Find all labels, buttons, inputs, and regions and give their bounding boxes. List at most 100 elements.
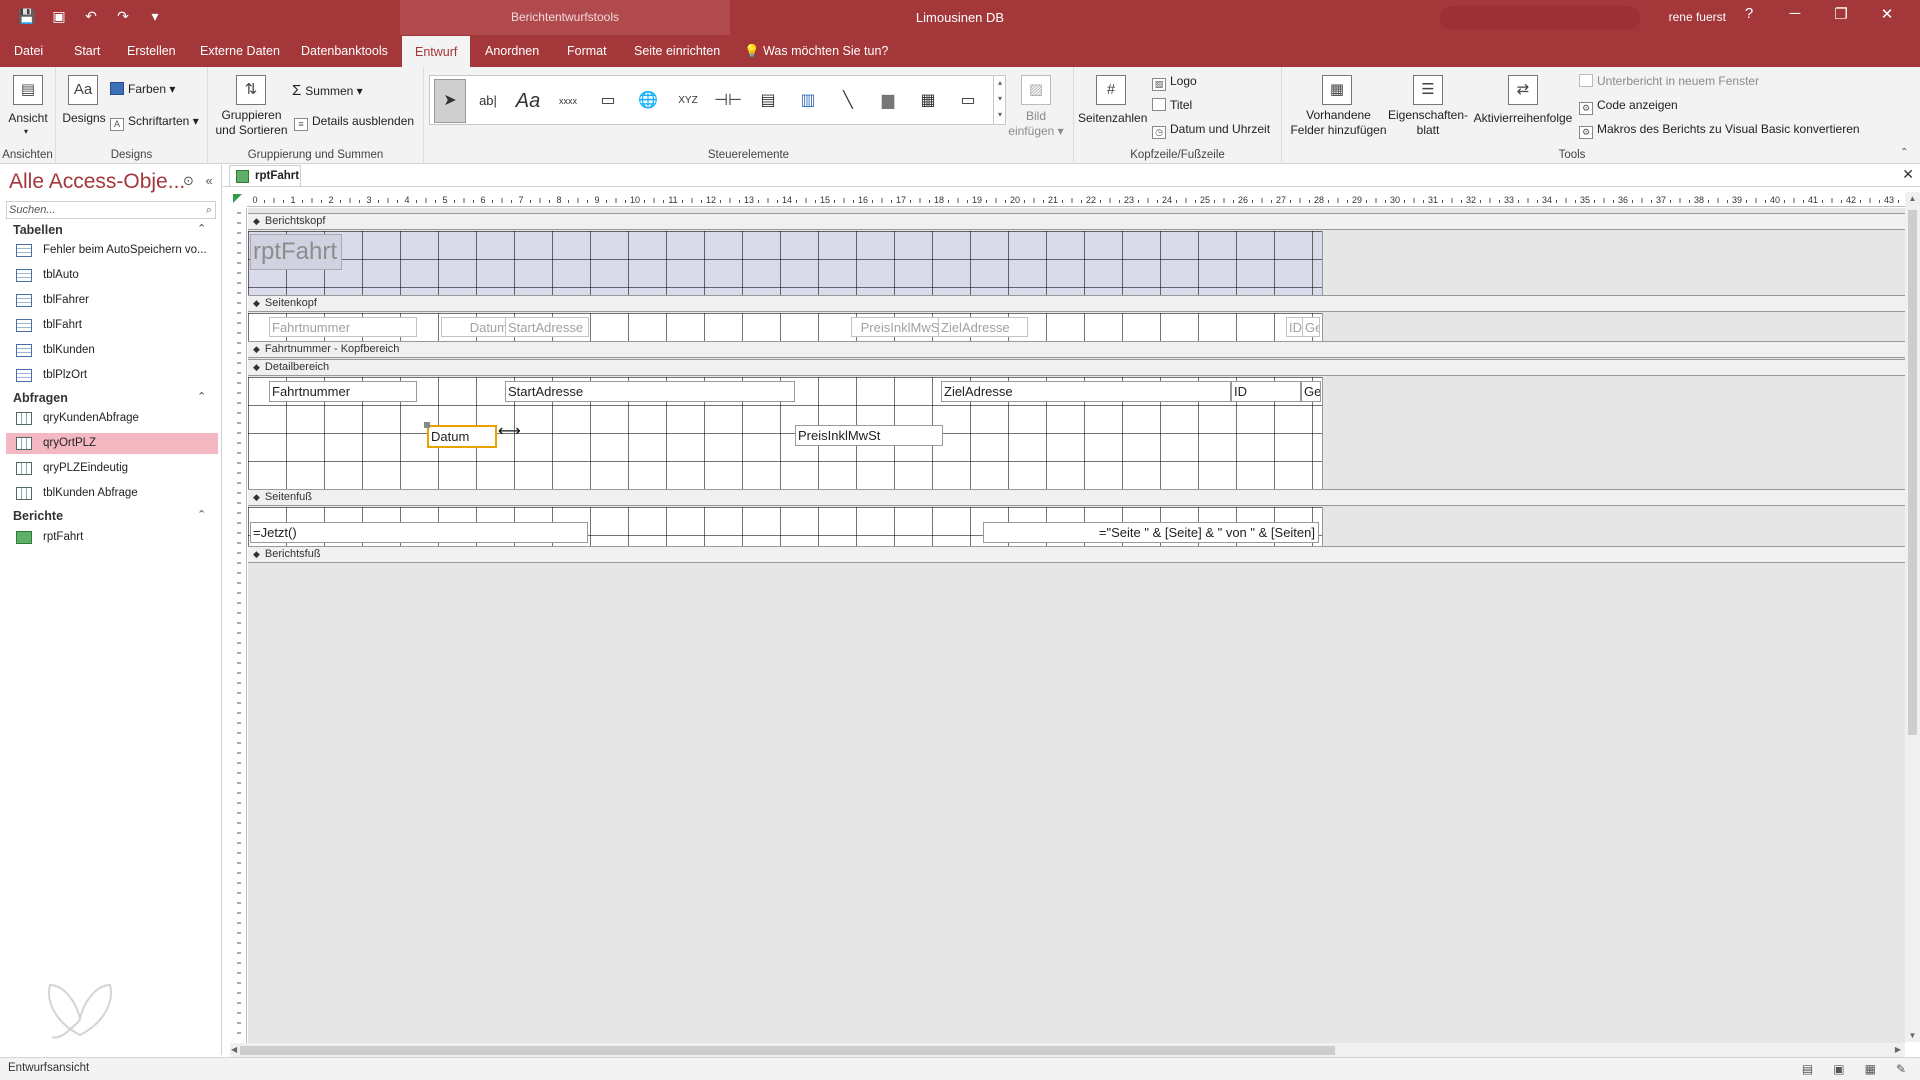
section-body-detailbereich[interactable]: Fahrtnummer StartAdresse ZielAdresse ID …: [248, 377, 1322, 489]
minimize-icon[interactable]: ─: [1772, 5, 1818, 23]
close-document-icon[interactable]: ✕: [1902, 166, 1914, 183]
select-pointer-icon[interactable]: ➤: [434, 79, 466, 123]
page-numbers-button[interactable]: Seitenzahlen: [1078, 111, 1147, 126]
convert-macros-button[interactable]: ⚙ Makros des Berichts zu Visual Basic kon…: [1579, 122, 1860, 139]
print-preview-icon[interactable]: ▣: [1833, 1062, 1844, 1076]
chevron-up-icon[interactable]: ⌃: [197, 390, 206, 403]
tab-order-icon[interactable]: ⇄: [1508, 75, 1538, 105]
header-label-ge[interactable]: Ge: [1302, 317, 1320, 337]
tab-start[interactable]: Start: [72, 35, 102, 67]
page-numbers-icon[interactable]: #: [1096, 75, 1126, 105]
nav-item-table[interactable]: tblFahrt: [6, 315, 218, 336]
horizontal-scrollbar[interactable]: ◀ ▶: [230, 1043, 1905, 1057]
nav-item-table[interactable]: tblKunden: [6, 340, 218, 361]
rectangle-control-icon[interactable]: ▭: [952, 84, 984, 118]
tab-entwurf[interactable]: Entwurf: [402, 36, 471, 67]
insert-image-button[interactable]: Bild einfügen ▾: [1006, 109, 1066, 139]
title-button[interactable]: Titel: [1152, 98, 1192, 112]
section-body-berichtskopf[interactable]: rptFahrt: [248, 231, 1322, 295]
collapse-ribbon-icon[interactable]: ⌃: [1900, 147, 1908, 158]
nav-item-report[interactable]: rptFahrt: [6, 527, 218, 548]
design-view-icon[interactable]: ✎: [1896, 1062, 1906, 1076]
close-icon[interactable]: ✕: [1864, 5, 1910, 23]
totals-button[interactable]: Σ Summen ▾: [292, 82, 363, 99]
section-body-seitenfuss[interactable]: =Jetzt() ="Seite " & [Seite] & " von " &…: [248, 507, 1322, 546]
designs-icon[interactable]: Aa: [68, 75, 98, 105]
search-icon[interactable]: ⌕: [206, 202, 212, 218]
section-bar-berichtskopf[interactable]: ◆ Berichtskopf: [248, 213, 1906, 230]
view-icon[interactable]: ▤: [13, 75, 43, 105]
label-control-icon[interactable]: Aa: [512, 84, 544, 118]
vertical-scrollbar[interactable]: ▲ ▼: [1905, 192, 1920, 1042]
horizontal-scroll-thumb[interactable]: [240, 1046, 1335, 1055]
designs-button[interactable]: Designs: [58, 111, 110, 126]
scroll-up-icon[interactable]: ▲: [1905, 194, 1920, 203]
tab-order-button[interactable]: Aktivierreihenfolge: [1470, 111, 1576, 126]
tab-control-icon[interactable]: ▭: [592, 84, 624, 118]
nav-item-table[interactable]: tblAuto: [6, 265, 218, 286]
property-sheet-icon[interactable]: ☰: [1413, 75, 1443, 105]
header-label-startadresse[interactable]: StartAdresse: [505, 317, 589, 337]
page-break-icon[interactable]: ⊣⊢: [712, 84, 744, 118]
list-box-icon[interactable]: ▦: [912, 84, 944, 118]
nav-item-query[interactable]: qryPLZEindeutig: [6, 458, 218, 479]
nav-group-abfragen[interactable]: Abfragen ⌃: [13, 391, 206, 405]
section-body-seitenkopf[interactable]: Fahrtnummer Datum StartAdresse PreisInkl…: [248, 313, 1322, 341]
doc-tab-rptfahrt[interactable]: rptFahrt: [229, 165, 301, 187]
nav-collapse-icon[interactable]: «: [206, 173, 213, 188]
option-group-icon[interactable]: XYZ: [672, 84, 704, 118]
header-label-fahrtnummer[interactable]: Fahrtnummer: [269, 317, 417, 337]
scroll-down-icon[interactable]: ▼: [1905, 1031, 1920, 1040]
tab-erstellen[interactable]: Erstellen: [125, 35, 178, 67]
tab-externe-daten[interactable]: Externe Daten: [198, 35, 282, 67]
field-zieladresse[interactable]: ZielAdresse: [941, 381, 1231, 402]
toggle-button-icon[interactable]: ▆: [872, 84, 904, 118]
restore-icon[interactable]: ❐: [1818, 5, 1864, 23]
field-seite-von-seiten[interactable]: ="Seite " & [Seite] & " von " & [Seiten]: [983, 522, 1319, 543]
tab-seite-einrichten[interactable]: Seite einrichten: [632, 35, 722, 67]
colors-button[interactable]: Farben ▾: [110, 82, 175, 96]
subreport-window-button[interactable]: Unterbericht in neuem Fenster: [1579, 74, 1759, 88]
field-preisinklmwst[interactable]: PreisInklMwSt: [795, 425, 943, 446]
user-name[interactable]: rene fuerst: [1669, 10, 1726, 24]
fonts-button[interactable]: A Schriftarten ▾: [110, 114, 199, 131]
nav-item-table[interactable]: tblFahrer: [6, 290, 218, 311]
move-handle[interactable]: [424, 422, 430, 428]
property-sheet-button[interactable]: Eigenschaften-blatt: [1387, 108, 1469, 138]
vertical-scroll-thumb[interactable]: [1908, 210, 1917, 735]
header-label-datum[interactable]: Datum: [441, 317, 511, 337]
textbox-control-icon[interactable]: ab|: [472, 84, 504, 118]
group-sort-icon[interactable]: ⇅: [236, 75, 266, 105]
button-control-icon[interactable]: xxxx: [552, 84, 584, 118]
nav-title[interactable]: Alle Access-Obje...: [9, 170, 185, 194]
tab-format[interactable]: Format: [565, 35, 609, 67]
combo-box-icon[interactable]: ▤: [752, 84, 784, 118]
nav-item-table[interactable]: tblPlzOrt: [6, 365, 218, 386]
line-control-icon[interactable]: ╲: [832, 84, 864, 118]
field-ge[interactable]: Ge: [1301, 381, 1321, 402]
logo-button[interactable]: ▧ Logo: [1152, 74, 1197, 91]
controls-gallery-scroll[interactable]: ▴ ▾ ▾: [993, 75, 1006, 125]
section-bar-gruppenkopf[interactable]: ◆ Fahrtnummer - Kopfbereich: [248, 341, 1906, 358]
tab-anordnen[interactable]: Anordnen: [483, 35, 541, 67]
tab-datei[interactable]: Datei: [12, 35, 45, 67]
nav-group-berichte[interactable]: Berichte ⌃: [13, 509, 206, 523]
report-selector[interactable]: [230, 192, 247, 207]
nav-item-query[interactable]: tblKunden Abfrage: [6, 483, 218, 504]
field-datum-selected[interactable]: Datum: [427, 425, 497, 448]
field-jetzt[interactable]: =Jetzt(): [250, 522, 588, 543]
chart-control-icon[interactable]: ▥: [792, 84, 824, 118]
help-icon[interactable]: ?: [1726, 5, 1772, 23]
tab-datenbanktools[interactable]: Datenbanktools: [299, 35, 390, 67]
chevron-up-icon[interactable]: ⌃: [197, 508, 206, 521]
report-view-icon[interactable]: ▤: [1802, 1062, 1813, 1076]
field-fahrtnummer[interactable]: Fahrtnummer: [269, 381, 417, 402]
scroll-right-icon[interactable]: ▶: [1895, 1043, 1901, 1057]
field-startadresse[interactable]: StartAdresse: [505, 381, 795, 402]
view-button[interactable]: Ansicht: [0, 111, 56, 126]
tell-me-search[interactable]: 💡 Was möchten Sie tun?: [742, 35, 890, 67]
report-title-label[interactable]: rptFahrt: [250, 234, 342, 270]
nav-item-table[interactable]: Fehler beim AutoSpeichern vo...: [6, 240, 218, 261]
group-sort-button[interactable]: Gruppieren und Sortieren: [213, 108, 290, 138]
nav-item-query[interactable]: qryKundenAbfrage: [6, 408, 218, 429]
